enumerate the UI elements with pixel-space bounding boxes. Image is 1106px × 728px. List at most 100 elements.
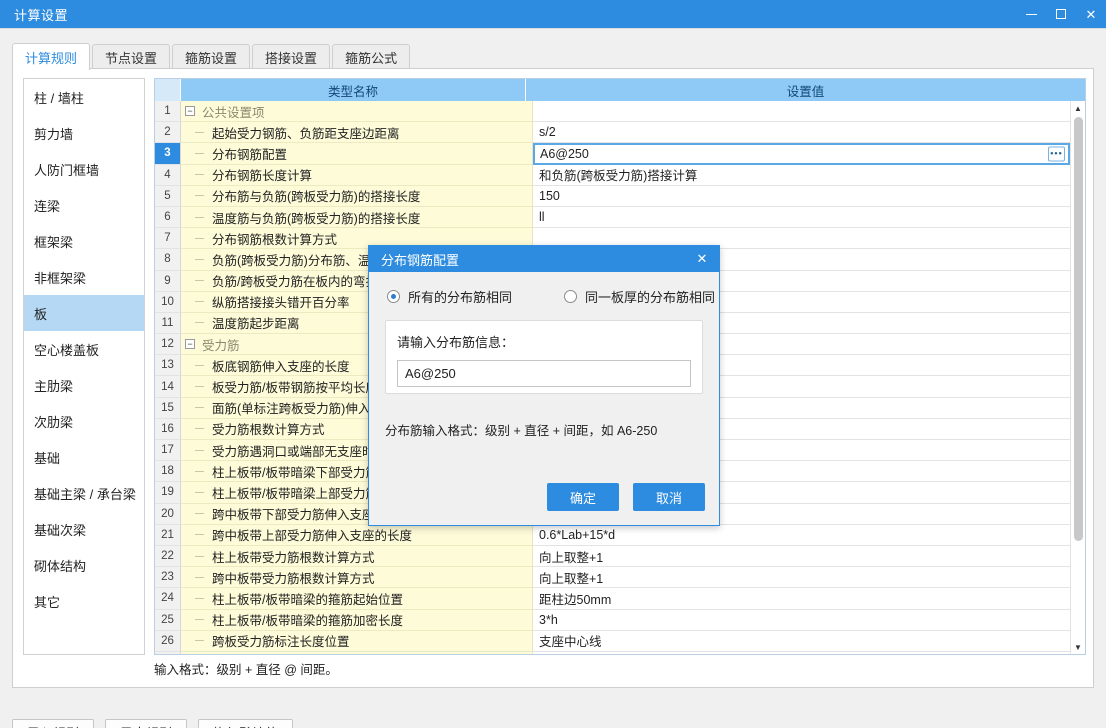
type-name-cell[interactable]: 起始受力钢筋、负筋距支座边距离: [181, 122, 533, 144]
row-number-cell[interactable]: 7: [155, 228, 181, 250]
table-row[interactable]: 6 温度筋与负筋(跨板受力筋)的搭接长度 ll: [155, 206, 1070, 229]
set-value-cell[interactable]: 和负筋(跨板受力筋)搭接计算: [533, 164, 1070, 186]
footer-button-1[interactable]: 导出规则: [105, 719, 188, 728]
table-row[interactable]: 2 起始受力钢筋、负筋距支座边距离 s/2: [155, 122, 1070, 144]
close-button[interactable]: ✕: [1076, 0, 1106, 28]
row-number-cell[interactable]: 9: [155, 270, 181, 292]
radio-option-same-thickness[interactable]: 同一板厚的分布筋相同: [564, 287, 715, 306]
sidebar-item-7[interactable]: 空心楼盖板: [24, 331, 144, 367]
set-value-cell[interactable]: A6@250 •••: [533, 143, 1070, 165]
type-name-cell[interactable]: 柱上板带/板带暗梁的箍筋加密长度: [181, 609, 533, 631]
row-number-cell[interactable]: 6: [155, 206, 181, 229]
row-number-cell[interactable]: 24: [155, 588, 181, 610]
row-number-cell[interactable]: 27: [155, 651, 181, 654]
radio-option-all-same[interactable]: 所有的分布筋相同: [387, 287, 512, 306]
row-number-cell[interactable]: 26: [155, 630, 181, 652]
set-value-cell[interactable]: 3*h: [533, 609, 1070, 631]
set-value-cell[interactable]: [533, 101, 1070, 123]
collapse-expander-icon[interactable]: −: [185, 106, 195, 117]
set-value-cell[interactable]: [533, 651, 1070, 654]
table-row[interactable]: 23 跨中板带受力筋根数计算方式 向上取整+1: [155, 567, 1070, 589]
row-number-cell[interactable]: 3: [155, 143, 181, 165]
table-row[interactable]: 3 分布钢筋配置 A6@250 •••: [155, 143, 1070, 165]
cell-ellipsis-button[interactable]: •••: [1048, 146, 1065, 162]
sidebar-item-5[interactable]: 非框架梁: [24, 259, 144, 295]
table-row[interactable]: 21 跨中板带上部受力筋伸入支座的长度 0.6*Lab+15*d: [155, 524, 1070, 546]
row-number-cell[interactable]: 5: [155, 185, 181, 207]
table-row[interactable]: 26 跨板受力筋标注长度位置 支座中心线: [155, 630, 1070, 652]
footer-button-2[interactable]: 恢复默认值: [198, 719, 294, 728]
set-value-cell[interactable]: s/2: [533, 122, 1070, 144]
row-number-cell[interactable]: 14: [155, 376, 181, 398]
row-number-cell[interactable]: 18: [155, 461, 181, 483]
rebar-info-input[interactable]: [397, 360, 691, 387]
tab-4[interactable]: 箍筋公式: [332, 44, 411, 70]
table-row[interactable]: 4 分布钢筋长度计算 和负筋(跨板受力筋)搭接计算: [155, 164, 1070, 186]
type-name-cell[interactable]: 柱上板带受力筋根数计算方式: [181, 545, 533, 568]
row-number-cell[interactable]: 8: [155, 249, 181, 271]
scrollbar-thumb[interactable]: [1074, 117, 1083, 541]
row-number-cell[interactable]: 21: [155, 524, 181, 546]
sidebar-item-12[interactable]: 基础次梁: [24, 511, 144, 547]
sidebar-item-13[interactable]: 砌体结构: [24, 547, 144, 583]
component-sidebar[interactable]: 柱 / 墙柱 剪力墙 人防门框墙 连梁 框架梁 非框架梁板空心楼盖板 主肋梁 次肋梁 基础 基础主…: [23, 78, 145, 655]
row-number-cell[interactable]: 13: [155, 355, 181, 377]
scroll-up-arrow-icon[interactable]: ▲: [1071, 101, 1085, 115]
row-number-cell[interactable]: 12: [155, 334, 181, 356]
set-value-cell[interactable]: 距柱边50mm: [533, 588, 1070, 610]
row-number-cell[interactable]: 25: [155, 609, 181, 631]
row-number-cell[interactable]: 23: [155, 567, 181, 589]
sidebar-item-10[interactable]: 基础: [24, 439, 144, 475]
row-number-cell[interactable]: 2: [155, 122, 181, 144]
row-number-cell[interactable]: 10: [155, 291, 181, 313]
table-row[interactable]: 27: [155, 651, 1070, 654]
type-name-cell[interactable]: 分布钢筋配置: [181, 143, 533, 165]
type-name-cell[interactable]: 跨中板带上部受力筋伸入支座的长度: [181, 524, 533, 546]
row-number-cell[interactable]: 11: [155, 312, 181, 335]
set-value-cell[interactable]: ll: [533, 206, 1070, 229]
table-row[interactable]: 5 分布筋与负筋(跨板受力筋)的搭接长度 150: [155, 185, 1070, 207]
row-number-cell[interactable]: 16: [155, 418, 181, 440]
grid-header-set-value[interactable]: 设置值: [526, 79, 1085, 101]
row-number-cell[interactable]: 1: [155, 101, 181, 123]
table-row[interactable]: 25 柱上板带/板带暗梁的箍筋加密长度 3*h: [155, 609, 1070, 631]
row-number-cell[interactable]: 20: [155, 503, 181, 525]
type-name-cell[interactable]: 分布钢筋长度计算: [181, 164, 533, 186]
set-value-cell[interactable]: 支座中心线: [533, 630, 1070, 652]
type-name-cell[interactable]: 分布筋与负筋(跨板受力筋)的搭接长度: [181, 185, 533, 207]
dialog-ok-button[interactable]: 确定: [547, 483, 619, 511]
type-name-cell[interactable]: 温度筋与负筋(跨板受力筋)的搭接长度: [181, 206, 533, 229]
tab-2[interactable]: 箍筋设置: [172, 44, 251, 70]
sidebar-item-0[interactable]: 柱 / 墙柱: [24, 79, 144, 115]
row-number-cell[interactable]: 17: [155, 440, 181, 462]
row-number-cell[interactable]: 15: [155, 397, 181, 419]
set-value-cell[interactable]: 向上取整+1: [533, 545, 1070, 568]
row-number-cell[interactable]: 22: [155, 545, 181, 568]
table-row[interactable]: 24 柱上板带/板带暗梁的箍筋起始位置 距柱边50mm: [155, 588, 1070, 610]
tab-0[interactable]: 计算规则: [12, 43, 91, 70]
sidebar-item-1[interactable]: 剪力墙: [24, 115, 144, 151]
sidebar-item-3[interactable]: 连梁: [24, 187, 144, 223]
set-value-cell[interactable]: 150: [533, 185, 1070, 207]
sidebar-item-8[interactable]: 主肋梁: [24, 367, 144, 403]
sidebar-item-9[interactable]: 次肋梁: [24, 403, 144, 439]
set-value-cell[interactable]: 0.6*Lab+15*d: [533, 524, 1070, 546]
grid-header-type-name[interactable]: 类型名称: [181, 79, 526, 101]
type-name-cell[interactable]: 柱上板带/板带暗梁的箍筋起始位置: [181, 588, 533, 610]
table-row[interactable]: 22 柱上板带受力筋根数计算方式 向上取整+1: [155, 545, 1070, 568]
type-name-cell[interactable]: [181, 651, 533, 654]
minimize-button[interactable]: [1016, 0, 1046, 28]
set-value-cell[interactable]: 向上取整+1: [533, 567, 1070, 589]
table-row[interactable]: 1− 公共设置项: [155, 101, 1070, 123]
sidebar-item-14[interactable]: 其它: [24, 583, 144, 619]
grid-vertical-scrollbar[interactable]: ▲ ▼: [1070, 101, 1085, 654]
type-name-cell[interactable]: 跨中板带受力筋根数计算方式: [181, 567, 533, 589]
dialog-cancel-button[interactable]: 取消: [633, 483, 705, 511]
row-number-cell[interactable]: 19: [155, 482, 181, 504]
dialog-close-icon[interactable]: ✕: [691, 248, 713, 270]
tab-3[interactable]: 搭接设置: [252, 44, 331, 70]
sidebar-item-2[interactable]: 人防门框墙: [24, 151, 144, 187]
sidebar-item-4[interactable]: 框架梁: [24, 223, 144, 259]
tab-1[interactable]: 节点设置: [92, 44, 171, 70]
type-name-cell[interactable]: − 公共设置项: [181, 101, 533, 123]
